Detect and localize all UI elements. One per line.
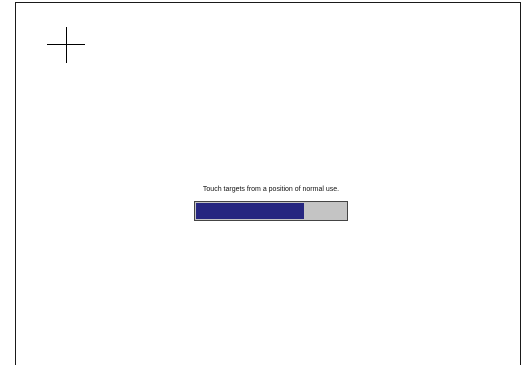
screen-border-left (15, 2, 16, 365)
calibration-progress-bar (194, 201, 348, 221)
calibration-progress-fill (196, 203, 304, 219)
calibration-screen[interactable]: Touch targets from a position of normal … (0, 0, 523, 365)
screen-border-right (520, 2, 521, 365)
screen-border-top (15, 2, 521, 3)
crosshair-icon[interactable] (47, 27, 85, 63)
crosshair-vertical-line (66, 27, 67, 63)
calibration-instruction: Touch targets from a position of normal … (202, 186, 340, 193)
